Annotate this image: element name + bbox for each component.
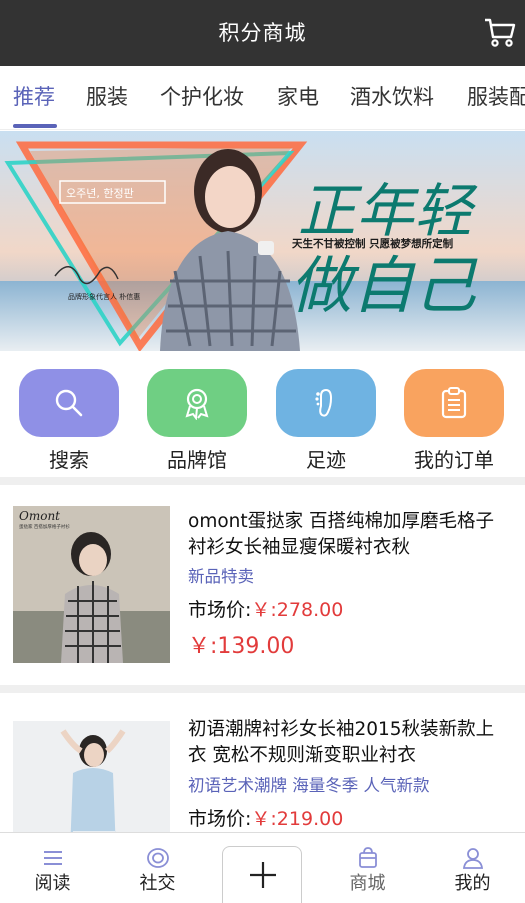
market-price-value: ￥:219.00 (251, 808, 344, 830)
quick-orders-button[interactable]: 我的订单 (404, 369, 504, 472)
tab-personal-care[interactable]: 个护化妆 (160, 66, 244, 129)
user-icon (462, 848, 483, 869)
app-screen: 积分商城 推荐 服装 个护化妆 家电 酒水饮料 服装配 正年轻 做自己 天生不甘… (0, 0, 525, 903)
product-photo: Omont 蛋挞家 百搭加厚格子衬衫 (13, 506, 170, 663)
banner-tagline: 天生不甘被控制 只愿被梦想所定制 (292, 237, 453, 250)
clipboard-icon (441, 387, 467, 419)
brand-mark: Omont (19, 509, 60, 523)
brand-subtitle: 蛋挞家 百搭加厚格子衬衫 (19, 523, 70, 530)
quick-search-label: 搜索 (49, 448, 89, 472)
tab-drinks[interactable]: 酒水饮料 (350, 66, 434, 129)
ribbon-icon (185, 388, 209, 420)
product-tag: 新品特卖 (188, 567, 254, 586)
section-divider (0, 685, 525, 693)
tab-clothing[interactable]: 服装 (86, 66, 128, 129)
search-icon (55, 389, 83, 417)
active-tab-indicator (13, 124, 57, 128)
page-title: 积分商城 (218, 21, 307, 45)
section-divider (0, 477, 525, 485)
nav-shop-label: 商城 (349, 873, 386, 894)
quick-actions: 搜索 品牌馆 足迹 我的订单 (0, 351, 525, 477)
quick-footprint-button[interactable]: 足迹 (276, 369, 376, 472)
quick-brand-button[interactable]: 品牌馆 (147, 369, 247, 472)
quick-search-button[interactable]: 搜索 (19, 369, 119, 472)
quick-orders-pill (404, 369, 504, 437)
product-image[interactable]: Omont 蛋挞家 百搭加厚格子衬衫 (13, 506, 170, 663)
banner-headline-top: 正年轻 (298, 177, 478, 245)
nav-add-button[interactable] (222, 846, 302, 903)
nav-read[interactable]: 阅读 (0, 833, 105, 903)
nav-read-label: 阅读 (34, 873, 71, 894)
quick-brand-pill (147, 369, 247, 437)
quick-brand-label: 品牌馆 (167, 448, 227, 472)
tab-accessories[interactable]: 服装配 (467, 66, 525, 129)
cart-icon[interactable] (483, 15, 517, 49)
target-icon (146, 848, 169, 868)
product-name[interactable]: 初语潮牌衬衫女长袖2015秋装新款上衣 宽松不规则渐变职业衬衣 (188, 717, 508, 769)
banner-artwork: 正年轻 做自己 天生不甘被控制 只愿被梦想所定制 오주년, 한정판 品牌形象代言… (0, 131, 525, 351)
product-name[interactable]: omont蛋挞家 百搭纯棉加厚磨毛格子衬衫女长袖显瘦保暖衬衣秋 (188, 509, 508, 561)
product-tag: 初语艺术潮牌 海量冬季 人气新款 (188, 776, 430, 795)
nav-mine-label: 我的 (454, 873, 491, 894)
quick-orders-label: 我的订单 (414, 448, 494, 472)
product-card[interactable]: 初语潮牌衬衫女长袖2015秋装新款上衣 宽松不规则渐变职业衬衣 初语艺术潮牌 海… (0, 693, 525, 878)
app-header: 积分商城 (0, 0, 525, 66)
sale-price: ￥:139.00 (188, 634, 295, 659)
market-price: 市场价:￥:219.00 (188, 804, 343, 831)
nav-social-label: 社交 (139, 873, 176, 894)
tab-recommend[interactable]: 推荐 (13, 66, 55, 129)
product-card[interactable]: Omont 蛋挞家 百搭加厚格子衬衫 omont蛋挞家 百搭纯棉加厚磨毛格子衬衫… (0, 485, 525, 685)
market-price: 市场价:￥:278.00 (188, 595, 343, 622)
quick-footprint-pill (276, 369, 376, 437)
shop-icon (358, 847, 377, 868)
nav-mine[interactable]: 我的 (420, 833, 525, 903)
banner-signature-caption: 品牌形象代言人 朴信惠 (68, 292, 140, 301)
promo-banner[interactable]: 正年轻 做自己 天生不甘被控制 只愿被梦想所定制 오주년, 한정판 品牌形象代言… (0, 131, 525, 351)
banner-headline-bottom: 做自己 (290, 249, 478, 322)
banner-korean-caption: 오주년, 한정판 (66, 187, 134, 200)
market-price-label: 市场价: (188, 808, 252, 830)
footprint-icon (315, 388, 333, 417)
nav-shop[interactable]: 商城 (315, 833, 420, 903)
category-tabs: 推荐 服装 个护化妆 家电 酒水饮料 服装配 (0, 66, 525, 130)
quick-search-pill (19, 369, 119, 437)
market-price-label: 市场价: (188, 599, 252, 621)
market-price-value: ￥:278.00 (251, 599, 344, 621)
tab-appliances[interactable]: 家电 (277, 66, 319, 129)
nav-social[interactable]: 社交 (105, 833, 210, 903)
quick-footprint-label: 足迹 (306, 448, 346, 472)
list-icon (43, 851, 62, 865)
plus-icon (250, 862, 276, 888)
